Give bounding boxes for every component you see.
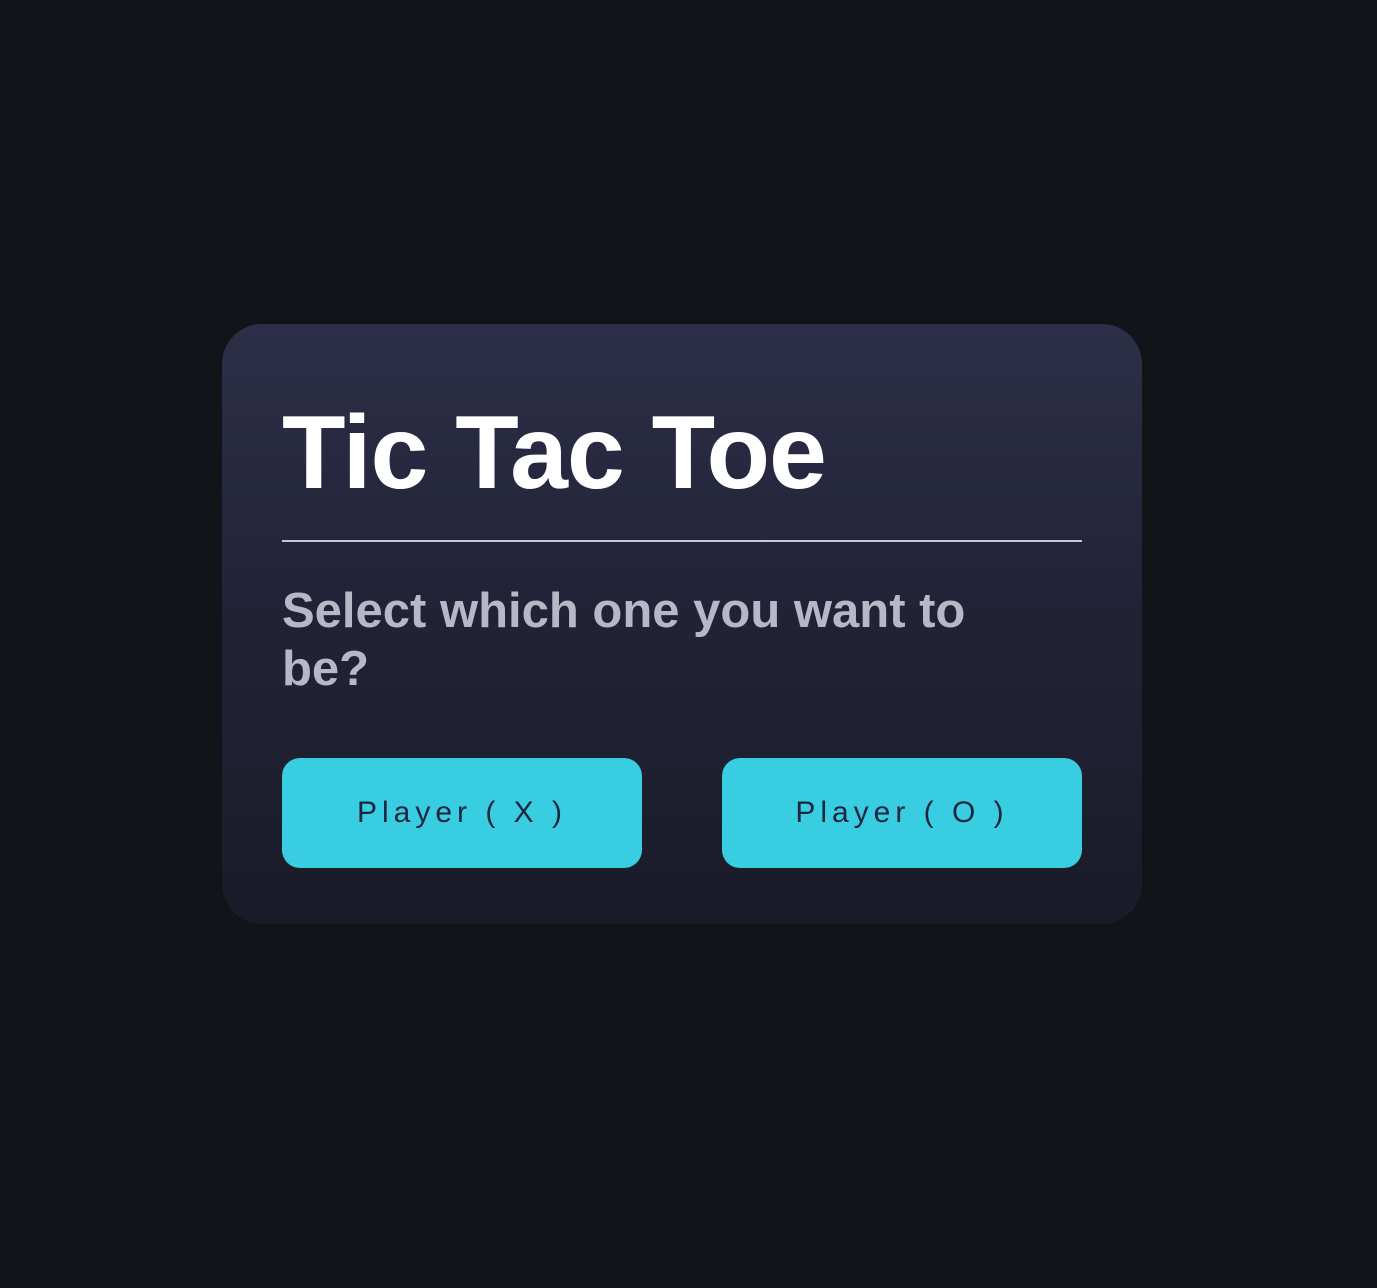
title-divider <box>282 540 1082 542</box>
player-o-button[interactable]: Player ( O ) <box>722 758 1082 868</box>
player-o-label: Player ( O ) <box>795 796 1009 829</box>
player-x-label: Player ( X ) <box>356 796 568 829</box>
player-select-card: Tic Tac Toe Select which one you want to… <box>222 324 1142 924</box>
player-x-button[interactable]: Player ( X ) <box>282 758 642 868</box>
game-title: Tic Tac Toe <box>282 395 827 511</box>
selection-prompt: Select which one you want to be? <box>282 584 966 696</box>
